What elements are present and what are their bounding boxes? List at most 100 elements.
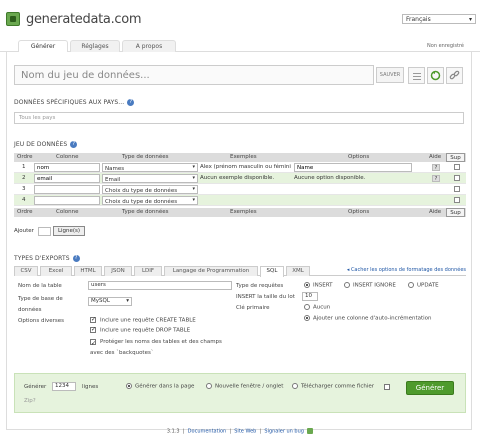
data-type-value: Email	[105, 177, 121, 183]
row-count-input[interactable]: 1234	[52, 382, 76, 391]
delete-checkbox[interactable]	[454, 197, 460, 203]
help-button[interactable]: ?	[432, 175, 440, 182]
header-order: Ordre	[17, 154, 33, 160]
export-tab-excel[interactable]: Excel	[40, 266, 72, 276]
export-tab-csv[interactable]: CSV	[14, 266, 38, 276]
radio-label: Télécharger comme fichier	[301, 383, 375, 390]
header-options: Options	[348, 209, 370, 215]
radio[interactable]	[126, 383, 132, 389]
data-type-select[interactable]: Email	[102, 174, 198, 183]
tab-settings[interactable]: Réglages	[70, 40, 120, 52]
radio-label: INSERT IGNORE	[353, 282, 396, 289]
help-icon[interactable]: ?	[72, 255, 80, 262]
delete-checkbox[interactable]	[454, 186, 460, 192]
option-drop-table[interactable]: Inclure une requête DROP TABLE	[90, 326, 191, 334]
export-tab-ldif[interactable]: LDIF	[134, 266, 162, 276]
add-label: Ajouter	[14, 228, 34, 234]
logo[interactable]: generatedata.com	[6, 8, 142, 30]
tab-label: Excel	[48, 268, 64, 274]
help-icon[interactable]: ?	[70, 141, 78, 148]
pk-autoincrement[interactable]: Ajouter une colonne d'auto-incrémentatio…	[304, 315, 432, 322]
data-type-select[interactable]: Choix du type de données	[102, 196, 198, 205]
tab-label: A propos	[135, 43, 163, 50]
db-type-select[interactable]: MySQL ▾	[88, 297, 132, 306]
table-name-input[interactable]: users	[88, 281, 232, 290]
delete-checkbox[interactable]	[454, 175, 460, 181]
logo-text: generatedata.com	[26, 11, 142, 27]
options-text: Aucune option disponible.	[294, 175, 366, 181]
report-bug-link[interactable]: Signaler un bug	[264, 429, 304, 435]
option-label: Inclure une requête DROP TABLE	[100, 327, 191, 334]
bug-icon	[307, 428, 314, 434]
main-tabs: Générer Réglages A propos	[0, 40, 480, 53]
radio[interactable]	[292, 383, 298, 389]
radio[interactable]	[304, 315, 310, 321]
query-insert[interactable]: INSERT	[304, 282, 332, 289]
export-tab-html[interactable]: HTML	[74, 266, 102, 276]
section-title-text: JEU DE DONNÉES	[14, 141, 68, 148]
tab-label: LDIF	[141, 268, 155, 274]
batch-size-label: INSERT la taille du lot	[236, 294, 295, 300]
delete-footer-button[interactable]: Sup	[446, 208, 465, 217]
checkbox[interactable]	[90, 326, 96, 333]
mode-new-window[interactable]: Nouvelle fenêtre / onglet	[206, 383, 283, 390]
tab-about[interactable]: A propos	[122, 40, 176, 52]
hide-format-text: Cacher les options de formatage des donn…	[350, 267, 466, 273]
help-button[interactable]: ?	[432, 164, 440, 171]
pk-none[interactable]: Aucun	[304, 304, 330, 311]
delete-header-button[interactable]: Sup	[446, 153, 465, 162]
radio[interactable]	[344, 282, 350, 288]
column-name-input[interactable]	[34, 185, 100, 194]
query-update[interactable]: UPDATE	[408, 282, 439, 289]
help-icon[interactable]: ?	[127, 99, 135, 106]
checkbox[interactable]	[90, 316, 96, 323]
header-help: Aide	[429, 154, 442, 160]
generate-panel	[14, 373, 466, 413]
column-name-input[interactable]	[34, 163, 100, 172]
query-insert-ignore[interactable]: INSERT IGNORE	[344, 282, 396, 289]
column-name-input[interactable]	[34, 196, 100, 205]
radio[interactable]	[206, 383, 212, 389]
option-backquotes[interactable]: Protéger les noms des tables et des cham…	[90, 337, 230, 359]
radio[interactable]	[408, 282, 414, 288]
header-column: Colonne	[56, 154, 79, 160]
add-rows-button[interactable]: Ligne(s)	[52, 226, 86, 236]
add-rows-count-input[interactable]	[37, 226, 51, 236]
zip-checkbox[interactable]	[384, 383, 394, 390]
lines-label: lignes	[82, 384, 99, 390]
mode-download[interactable]: Télécharger comme fichier	[292, 383, 374, 390]
option-create-table[interactable]: Inclure une requête CREATE TABLE	[90, 316, 196, 324]
chevron-down-icon: ▾	[126, 298, 129, 304]
tab-label: HTML	[80, 268, 96, 274]
export-tab-sql[interactable]: SQL	[260, 266, 284, 277]
save-button[interactable]: SAUVER	[376, 67, 404, 83]
country-select[interactable]: Tous les pays	[14, 112, 464, 124]
column-name-input[interactable]	[34, 174, 100, 183]
primary-key-label: Clé primaire	[236, 305, 270, 311]
export-tab-programming[interactable]: Langage de Programmation	[164, 266, 258, 276]
data-type-value: Choix du type de données	[105, 188, 178, 194]
batch-size-input[interactable]: 10	[302, 292, 318, 301]
website-link[interactable]: Site Web	[234, 429, 256, 435]
delete-checkbox[interactable]	[454, 164, 460, 170]
recycle-icon[interactable]	[427, 67, 444, 84]
options-input[interactable]	[294, 163, 412, 172]
data-type-select[interactable]: Choix du type de données	[102, 185, 198, 194]
link-icon[interactable]	[446, 67, 463, 84]
hide-format-link[interactable]: ◂ Cacher les options de formatage des do…	[347, 267, 466, 273]
export-tab-xml[interactable]: XML	[286, 266, 310, 276]
checkbox[interactable]	[90, 338, 96, 349]
export-tab-json[interactable]: JSON	[104, 266, 132, 276]
documentation-link[interactable]: Documentation	[188, 429, 227, 435]
mode-in-page[interactable]: Générer dans la page	[126, 383, 194, 390]
table-row: 3 Choix du type de données	[14, 184, 466, 195]
data-type-select[interactable]: Names	[102, 163, 198, 172]
radio[interactable]	[304, 282, 310, 288]
radio[interactable]	[304, 304, 310, 310]
generate-button[interactable]: Générer	[406, 381, 454, 395]
checkbox[interactable]	[384, 383, 390, 390]
list-icon[interactable]	[408, 67, 425, 84]
dataset-name-input[interactable]: Nom du jeu de données...	[14, 65, 374, 85]
language-select[interactable]: Français ▾	[402, 14, 476, 24]
radio-label: Générer dans la page	[135, 383, 195, 390]
